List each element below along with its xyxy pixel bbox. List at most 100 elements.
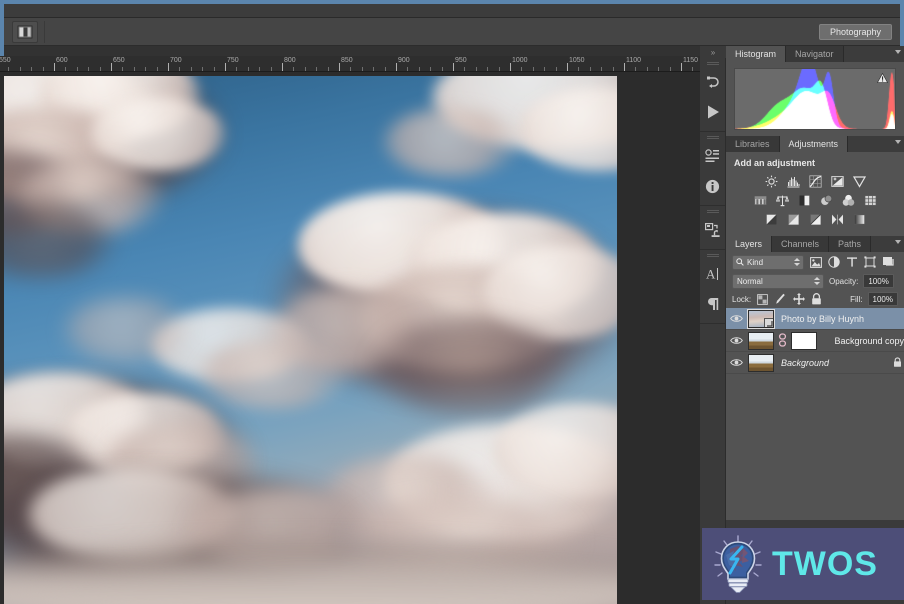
layers-panel: Kind Normal Opacity: 100% Lock: Fill: 10… [726,252,904,520]
selective-color-icon[interactable] [830,212,845,227]
canvas-area[interactable] [0,72,700,604]
black-white-icon[interactable] [797,193,812,208]
invert-icon[interactable] [764,212,779,227]
ruler-minor-tick [88,67,90,71]
layer-mask-link-icon[interactable] [778,332,787,349]
layers-tabstrip[interactable]: Layers Channels Paths [726,236,904,252]
ruler-tick-label: 650 [113,57,125,64]
ruler-major-tick [225,63,226,71]
workspace-switcher-button[interactable]: Photography [818,24,892,40]
horizontal-ruler[interactable]: 550 600 650 700 750 800 850 900 950 1000 1050 1100 1… [0,56,700,72]
layer-visibility-eye-icon[interactable] [728,314,744,323]
curves-icon[interactable] [808,174,823,189]
lock-row[interactable]: Lock: Fill: 100% [726,290,904,308]
photo-filter-icon[interactable] [819,193,834,208]
rail-drag-handle[interactable] [700,60,725,67]
cached-data-warning-icon[interactable] [876,72,889,86]
layers-menu-icon[interactable] [895,240,901,244]
filter-shape-icon[interactable] [863,256,876,269]
opacity-input[interactable]: 100% [863,274,894,288]
vibrance-icon[interactable] [852,174,867,189]
filter-type-icon[interactable] [845,256,858,269]
lock-image-pixels-icon[interactable] [774,293,787,306]
adjustments-row-1[interactable] [726,172,904,191]
threshold-icon[interactable] [808,212,823,227]
tab-libraries[interactable]: Libraries [726,136,780,152]
layer-row[interactable]: Background copy [726,330,904,352]
tab-adjustments[interactable]: Adjustments [779,136,849,152]
lock-all-icon[interactable] [810,293,823,306]
kind-stepper[interactable] [794,257,800,266]
filter-smart-object-icon[interactable] [881,256,894,269]
layer-name[interactable]: Background copy [821,336,904,346]
layer-visibility-eye-icon[interactable] [728,358,744,367]
document-window[interactable] [4,76,617,604]
layer-row[interactable]: Photo by Billy Huynh [726,308,904,330]
lock-position-icon[interactable] [792,293,805,306]
histogram-tabstrip[interactable]: Histogram Navigator [726,46,904,62]
channel-mixer-icon[interactable] [841,193,856,208]
options-bar[interactable] [4,18,900,46]
history-icon[interactable] [700,67,725,97]
tab-navigator[interactable]: Navigator [786,46,844,62]
ruler-minor-tick [418,67,420,71]
menu-bar[interactable] [4,4,900,18]
properties-icon[interactable] [700,141,725,171]
play-icon[interactable] [700,97,725,127]
layer-name[interactable]: Photo by Billy Huynh [778,314,904,324]
paragraph-icon[interactable] [700,289,725,319]
hue-saturation-icon[interactable] [753,193,768,208]
adjustments-tabstrip[interactable]: Libraries Adjustments [726,136,904,152]
tab-layers[interactable]: Layers [726,236,773,252]
brightness-contrast-icon[interactable] [764,174,779,189]
rail-group [700,58,725,132]
document-image-clouds [4,76,617,604]
panel-icon-rail[interactable]: A [700,58,726,604]
layer-visibility-eye-icon[interactable] [728,336,744,345]
ruler-minor-tick [544,67,546,71]
posterize-icon[interactable] [786,212,801,227]
ruler-major-tick [567,63,568,71]
collapse-panels-icon[interactable]: » [700,46,726,58]
tab-paths[interactable]: Paths [829,236,872,252]
layer-kind-select[interactable]: Kind [732,254,804,270]
rail-drag-handle[interactable] [700,134,725,141]
ruler-minor-tick [316,67,318,71]
adjustments-row-2[interactable] [726,191,904,210]
panel-menu-icon[interactable] [895,50,901,54]
layer-thumbnail[interactable] [747,308,775,329]
blend-mode-row[interactable]: Normal Opacity: 100% [726,272,904,290]
layer-list[interactable]: Photo by Billy Huynh Background copy Backg… [726,308,904,374]
layer-row[interactable]: Background [726,352,904,374]
tab-histogram[interactable]: Histogram [726,46,787,62]
color-lookup-icon[interactable] [863,193,878,208]
levels-icon[interactable] [786,174,801,189]
layer-filter-row[interactable]: Kind [726,252,904,272]
clone-source-icon[interactable] [700,215,725,245]
gradient-map-icon[interactable] [852,212,867,227]
info-icon[interactable] [700,171,725,201]
layer-name[interactable]: Background [778,358,886,368]
filter-pixel-icon[interactable] [809,256,822,269]
layer-thumbnail[interactable] [748,331,774,350]
adjustments-row-3[interactable] [726,210,904,229]
color-balance-icon[interactable] [775,193,790,208]
filter-adjustment-icon[interactable] [827,256,840,269]
rail-drag-handle[interactable] [700,208,725,215]
blend-stepper[interactable] [814,276,820,285]
tab-channels[interactable]: Channels [772,236,830,252]
ruler-minor-tick [293,67,295,71]
layer-thumbnail[interactable] [748,353,774,372]
fill-value: 100% [872,294,893,304]
lock-transparent-pixels-icon[interactable] [756,293,769,306]
layer-list-empty-area[interactable] [726,374,904,520]
move-tool-preset-icon[interactable] [12,20,38,43]
rail-drag-handle[interactable] [700,252,725,259]
fill-input[interactable]: 100% [867,292,898,306]
blend-mode-select[interactable]: Normal [732,273,824,289]
adjustments-menu-icon[interactable] [895,140,901,144]
exposure-icon[interactable] [830,174,845,189]
layer-mask-thumbnail[interactable] [791,331,817,350]
character-icon[interactable]: A [700,259,725,289]
ruler-minor-tick [532,67,534,71]
